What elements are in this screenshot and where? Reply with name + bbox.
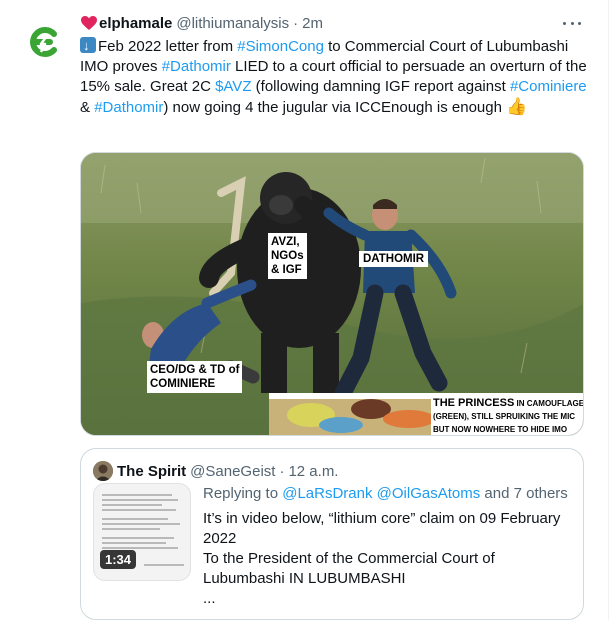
meme-image: [81, 153, 583, 435]
label-big: THE PRINCESS: [433, 397, 515, 409]
down-arrow-emoji: [80, 36, 96, 56]
tweet-media-image[interactable]: AVZI, NGOs & IGF DATHOMIR CEO/DG & TD of…: [80, 152, 584, 436]
doc-line: [102, 518, 168, 520]
quote-line: To the President of the Commercial Court…: [203, 550, 495, 587]
author-handle[interactable]: @lithiumanalysis: [176, 15, 289, 32]
text-segment: Feb 2022 letter from: [98, 38, 238, 55]
hashtag-link[interactable]: #Dathomir: [94, 99, 163, 116]
doc-line: [102, 547, 178, 549]
quote-video-thumbnail[interactable]: 1:34: [93, 483, 191, 581]
doc-line: [102, 504, 162, 506]
cashtag-link[interactable]: $AVZ: [215, 78, 251, 95]
tweet-time[interactable]: 2m: [302, 15, 323, 32]
tweet-header: elphamale @lithiumanalysis · 2m: [80, 12, 323, 34]
doc-line: [102, 499, 178, 501]
reply-prefix: Replying to: [203, 485, 283, 502]
hashtag-link[interactable]: #SimonCong: [237, 38, 324, 55]
doc-line: [102, 494, 172, 496]
doc-line: [102, 528, 160, 530]
text-segment: &: [80, 99, 95, 116]
quote-author-avatar: [93, 461, 113, 481]
quote-time: 12 a.m.: [288, 462, 339, 480]
label-line: THE PRINCESS IN CAMOUFLAGE: [433, 395, 584, 410]
logo-icon: [30, 27, 57, 57]
label-line: (GREEN), STILL SPRUIKING THE MIC: [433, 412, 576, 421]
hashtag-link[interactable]: #Dathomir: [162, 58, 231, 75]
label-line: COMINIERE: [150, 378, 216, 390]
quote-author-name: The Spirit: [117, 462, 187, 480]
thumbs-up-emoji: 👍: [506, 97, 528, 116]
reply-mentions[interactable]: @LaRsDrank @OilGasAtoms: [282, 485, 480, 502]
label-small: IN CAMOUFLAGE: [514, 399, 584, 408]
label-line: & IGF: [271, 264, 302, 276]
more-icon[interactable]: [560, 14, 584, 32]
more-dot: [563, 21, 566, 25]
heart-icon: [81, 16, 97, 30]
more-dot: [578, 21, 581, 25]
label-fallen: CEO/DG & TD of COMINIERE: [147, 361, 243, 393]
text-segment: (following damning IGF report against: [251, 78, 510, 95]
label-gorilla: AVZI, NGOs & IGF: [268, 233, 307, 279]
separator-dot: ·: [279, 462, 285, 480]
author-avatar[interactable]: [24, 22, 64, 62]
doc-line: [102, 509, 176, 511]
label-line: AVZI,: [271, 236, 300, 248]
hashtag-link[interactable]: #Cominiere: [510, 78, 587, 95]
label-line: NGOs: [271, 250, 304, 262]
more-dot: [570, 21, 574, 25]
text-segment: ) now going 4 the jugular via ICCEnough …: [163, 99, 507, 116]
doc-line: [102, 523, 180, 525]
label-runner: DATHOMIR: [359, 251, 429, 267]
reply-suffix: and 7 others: [480, 485, 568, 502]
separator-dot: ·: [293, 14, 299, 32]
doc-line: [144, 564, 184, 566]
quote-replying-to: Replying to @LaRsDrank @OilGasAtoms and …: [203, 485, 568, 502]
quote-line: ...: [203, 590, 216, 607]
quote-text: It’s in video below, “lithium core” clai…: [203, 509, 575, 609]
author-name[interactable]: elphamale: [99, 15, 172, 32]
label-princess: THE PRINCESS IN CAMOUFLAGE (GREEN), STIL…: [433, 395, 584, 435]
quote-header: The Spirit @SaneGeist · 12 a.m.: [93, 461, 338, 481]
quoted-tweet[interactable]: The Spirit @SaneGeist · 12 a.m. 1:34 Rep…: [80, 448, 584, 620]
quote-line: It’s in video below, “lithium core” clai…: [203, 510, 561, 547]
label-line: BUT NOW NOWHERE TO HIDE IMO: [433, 425, 568, 434]
tweet[interactable]: elphamale @lithiumanalysis · 2m Feb 2022…: [0, 0, 609, 620]
quote-author-handle: @SaneGeist: [190, 462, 276, 480]
label-line: CEO/DG & TD of: [150, 364, 240, 376]
doc-line: [102, 537, 174, 539]
video-duration: 1:34: [100, 550, 137, 569]
doc-line: [102, 542, 166, 544]
tweet-text: Feb 2022 letter from #SimonCong to Comme…: [80, 36, 590, 118]
avatar-photo-icon: [93, 461, 113, 481]
